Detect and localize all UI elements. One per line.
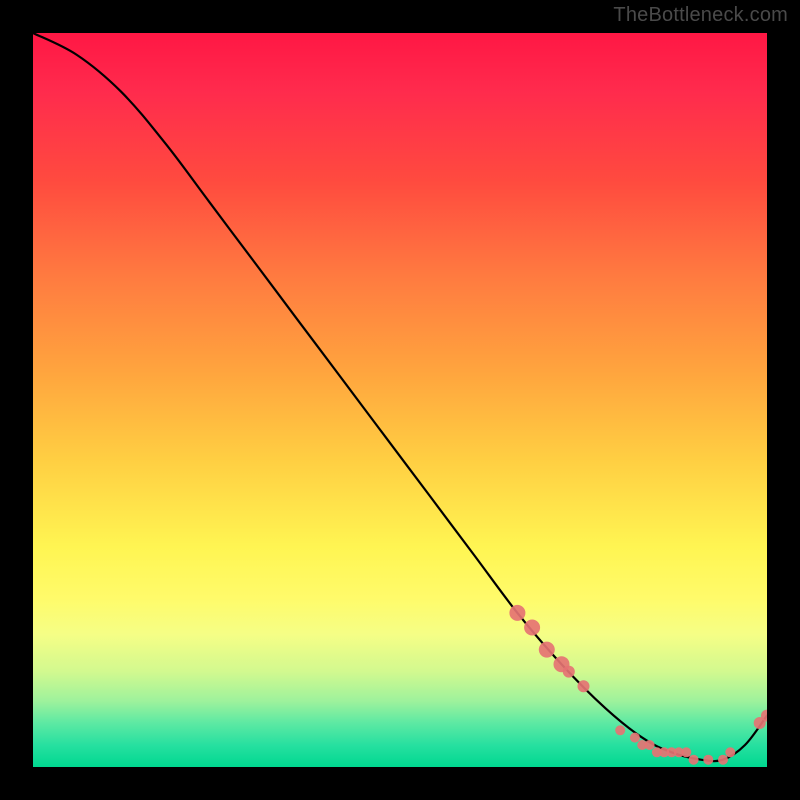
chart-marker xyxy=(645,740,655,750)
chart-svg xyxy=(33,33,767,767)
chart-marker xyxy=(630,733,640,743)
chart-marker xyxy=(703,755,713,765)
chart-marker xyxy=(524,620,540,636)
chart-marker xyxy=(681,747,691,757)
chart-markers-group xyxy=(509,605,767,765)
chart-marker xyxy=(509,605,525,621)
bottleneck-curve-line xyxy=(33,33,767,761)
chart-marker xyxy=(725,747,735,757)
chart-marker xyxy=(563,666,575,678)
chart-marker xyxy=(689,755,699,765)
chart-marker xyxy=(615,725,625,735)
chart-marker xyxy=(539,642,555,658)
watermark-text: TheBottleneck.com xyxy=(613,4,788,27)
chart-marker xyxy=(718,755,728,765)
chart-marker xyxy=(578,680,590,692)
chart-plot-area xyxy=(33,33,767,767)
